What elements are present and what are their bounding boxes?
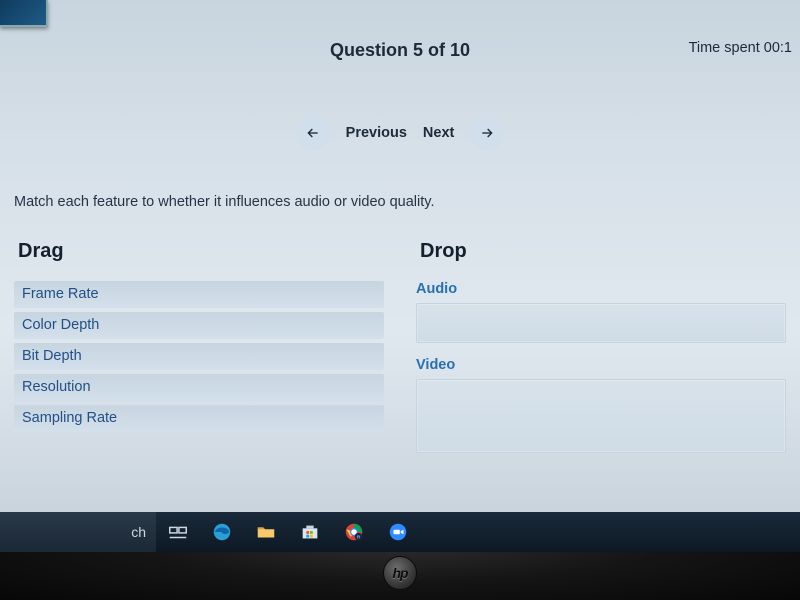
taskbar-search-fragment[interactable]: ch: [0, 512, 156, 552]
zoom-app-icon[interactable]: [376, 512, 420, 552]
microsoft-store-icon[interactable]: [288, 512, 332, 552]
next-button[interactable]: [470, 116, 504, 150]
previous-button[interactable]: [296, 116, 330, 150]
chrome-browser-icon[interactable]: R: [332, 512, 376, 552]
previous-label[interactable]: Previous: [346, 125, 407, 141]
question-nav: Previous Next: [0, 116, 800, 150]
task-view-icon[interactable]: [156, 512, 200, 552]
drop-target-audio[interactable]: [416, 303, 786, 343]
zoom-icon-svg: [387, 521, 409, 543]
hp-logo: hp: [383, 556, 417, 590]
drag-item[interactable]: Bit Depth: [14, 343, 384, 370]
arrow-right-icon: [479, 125, 495, 141]
taskbar-search-text: ch: [131, 524, 146, 540]
pip-thumbnail: [0, 0, 48, 27]
drag-item[interactable]: Color Depth: [14, 312, 384, 339]
drag-item[interactable]: Sampling Rate: [14, 405, 384, 432]
drop-heading: Drop: [420, 240, 786, 263]
hp-logo-text: hp: [392, 565, 407, 581]
chrome-icon-svg: R: [343, 521, 365, 543]
file-explorer-icon[interactable]: [244, 512, 288, 552]
drop-target-video[interactable]: [416, 379, 786, 453]
task-view-icon-svg: [167, 521, 189, 543]
drag-item[interactable]: Resolution: [14, 374, 384, 401]
drop-target-label-audio: Audio: [416, 281, 786, 297]
store-icon-svg: [299, 521, 321, 543]
drag-heading: Drag: [18, 240, 384, 263]
question-instruction: Match each feature to whether it influen…: [14, 194, 434, 210]
arrow-left-icon: [305, 125, 321, 141]
windows-taskbar: ch R: [0, 512, 800, 552]
edge-icon-svg: [211, 521, 233, 543]
drag-item[interactable]: Frame Rate: [14, 281, 384, 308]
next-label[interactable]: Next: [423, 125, 454, 141]
edge-browser-icon[interactable]: [200, 512, 244, 552]
folder-icon-svg: [255, 521, 277, 543]
question-counter: Question 5 of 10: [330, 40, 470, 61]
drop-target-label-video: Video: [416, 357, 786, 373]
time-spent: Time spent 00:1: [689, 40, 792, 56]
